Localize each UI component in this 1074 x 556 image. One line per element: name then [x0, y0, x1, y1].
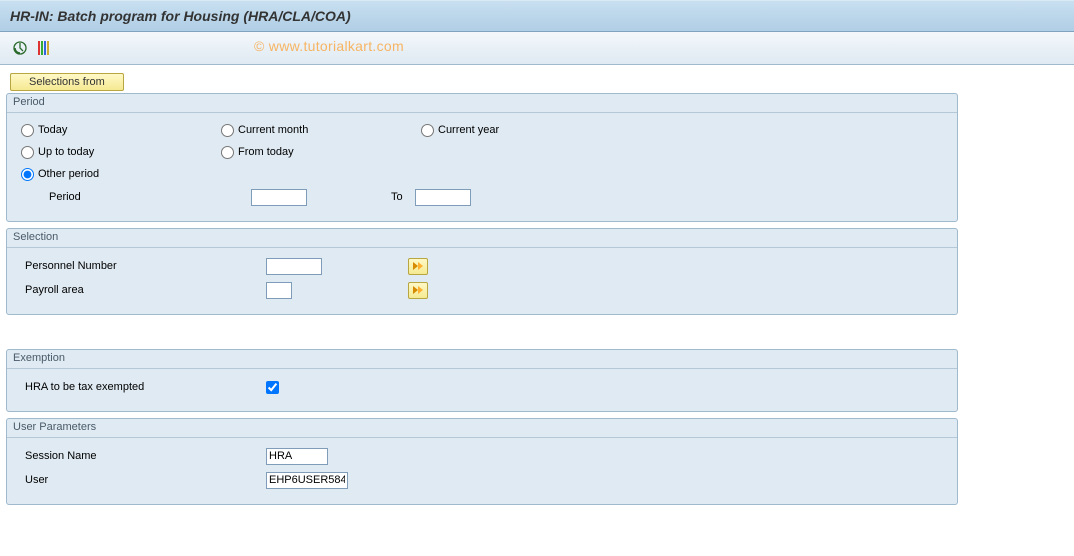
hra-exempt-label: HRA to be tax exempted: [21, 381, 266, 393]
radio-other-period[interactable]: Other period: [21, 168, 221, 181]
user-input[interactable]: [266, 472, 348, 489]
payroll-area-label: Payroll area: [21, 284, 266, 296]
exemption-section: Exemption HRA to be tax exempted: [6, 349, 958, 412]
period-to-label: To: [307, 191, 415, 203]
radio-current-year[interactable]: Current year: [421, 124, 621, 137]
variant-icon[interactable]: [34, 38, 54, 58]
radio-current-year-label: Current year: [438, 124, 499, 136]
period-section: Period Today Current month Current year: [6, 93, 958, 222]
user-label: User: [21, 474, 266, 486]
session-name-label: Session Name: [21, 450, 266, 462]
radio-up-to-today[interactable]: Up to today: [21, 146, 221, 159]
period-title: Period: [7, 94, 957, 113]
payroll-multi-select-button[interactable]: [408, 282, 428, 299]
radio-today-label: Today: [38, 124, 67, 136]
hra-exempt-checkbox[interactable]: [266, 381, 279, 394]
execute-icon[interactable]: [10, 38, 30, 58]
session-name-input[interactable]: [266, 448, 328, 465]
payroll-area-input[interactable]: [266, 282, 292, 299]
period-from-input[interactable]: [251, 189, 307, 206]
period-from-label: Period: [21, 191, 251, 203]
user-params-section: User Parameters Session Name User: [6, 418, 958, 505]
selection-section: Selection Personnel Number Payroll area: [6, 228, 958, 315]
selections-from-button[interactable]: Selections from: [10, 73, 124, 91]
radio-from-today[interactable]: From today: [221, 146, 421, 159]
radio-up-to-today-label: Up to today: [38, 146, 94, 158]
radio-current-month-label: Current month: [238, 124, 308, 136]
page-title: HR-IN: Batch program for Housing (HRA/CL…: [0, 0, 1074, 32]
selection-title: Selection: [7, 229, 957, 248]
radio-today[interactable]: Today: [21, 124, 221, 137]
personnel-number-input[interactable]: [266, 258, 322, 275]
personnel-multi-select-button[interactable]: [408, 258, 428, 275]
toolbar: [0, 32, 1074, 65]
radio-from-today-label: From today: [238, 146, 294, 158]
radio-current-month[interactable]: Current month: [221, 124, 421, 137]
exemption-title: Exemption: [7, 350, 957, 369]
radio-other-period-label: Other period: [38, 168, 99, 180]
period-to-input[interactable]: [415, 189, 471, 206]
user-params-title: User Parameters: [7, 419, 957, 438]
personnel-number-label: Personnel Number: [21, 260, 266, 272]
